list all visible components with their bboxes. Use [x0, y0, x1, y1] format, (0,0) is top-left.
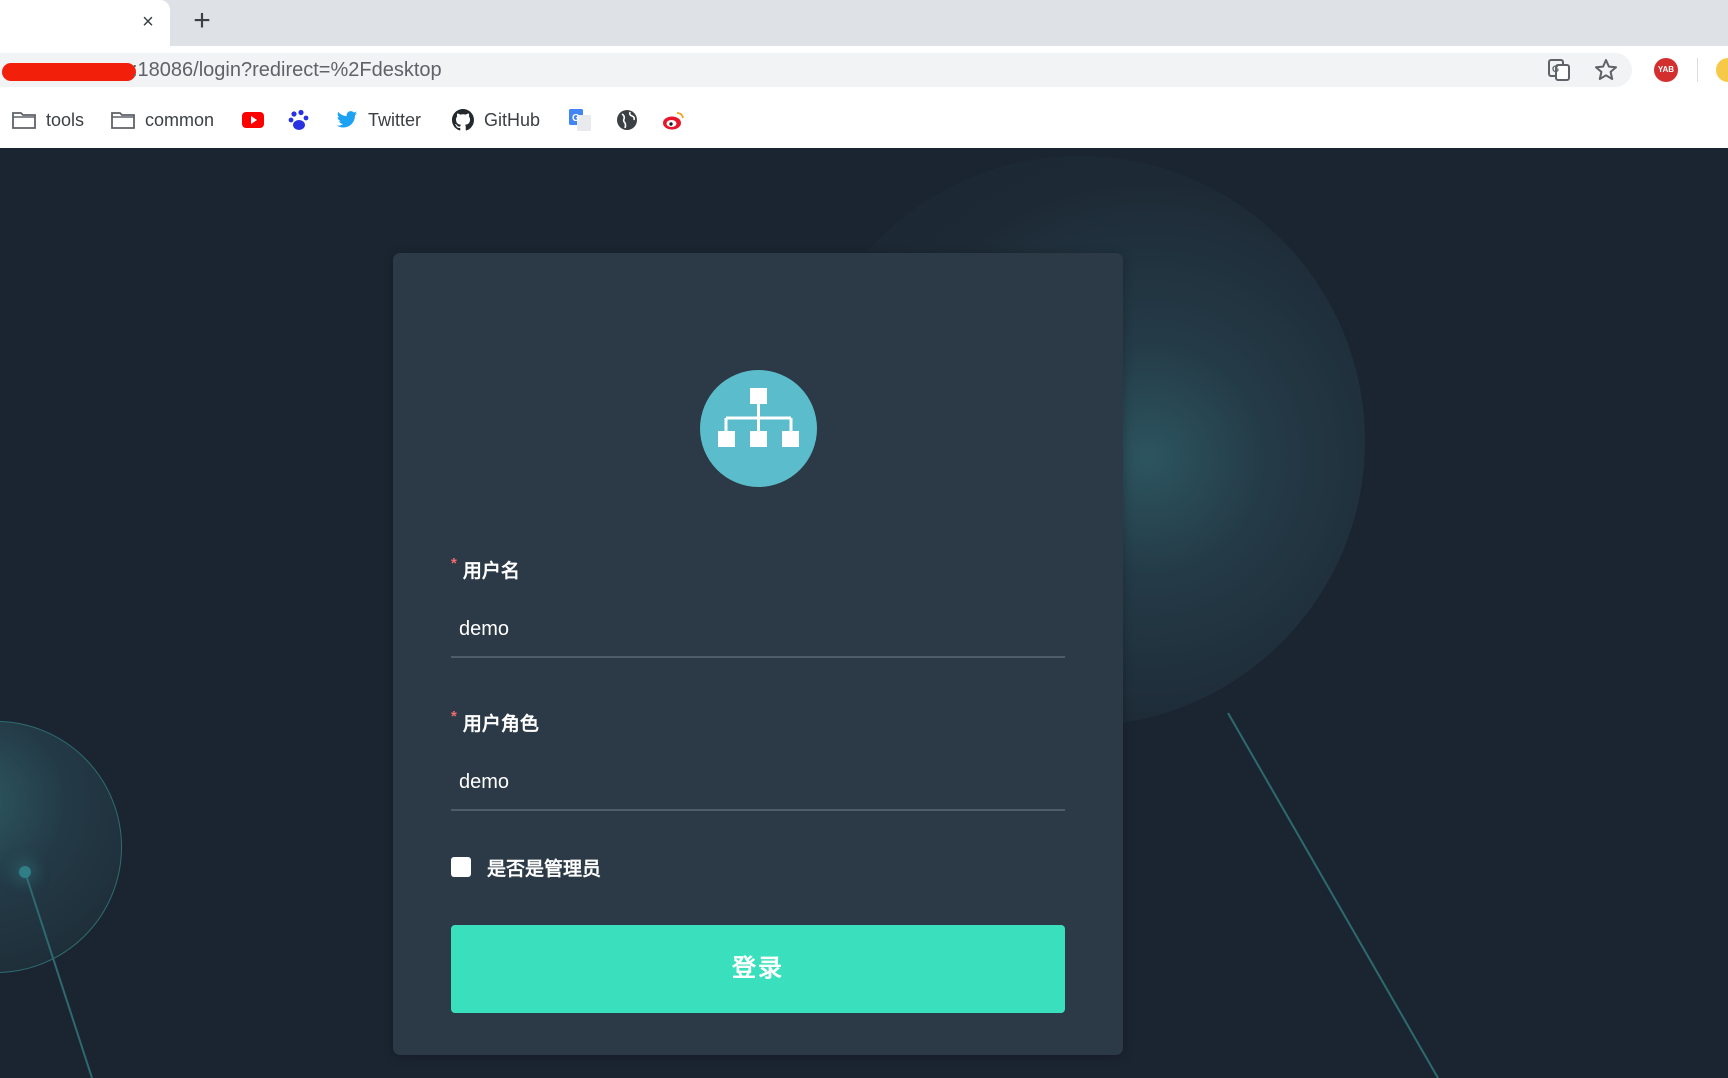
- admin-checkbox[interactable]: [451, 857, 471, 877]
- baidu-icon: [288, 109, 309, 130]
- bookmark-twitter[interactable]: Twitter: [336, 105, 421, 135]
- background-dot: [19, 866, 31, 878]
- bookmark-label: GitHub: [484, 109, 541, 130]
- bookmark-globe[interactable]: [616, 105, 638, 135]
- bookmark-github[interactable]: GitHub: [452, 105, 540, 135]
- address-url[interactable]: :18086/login?redirect=%2Fdesktop: [132, 59, 442, 82]
- role-label-text: 用户角色: [462, 714, 539, 735]
- new-tab-button[interactable]: +: [188, 6, 216, 36]
- twitter-icon: [336, 111, 358, 128]
- youtube-icon: [242, 112, 264, 128]
- sitemap-icon: [718, 388, 799, 447]
- svg-text:G: G: [572, 113, 580, 124]
- bookmark-label: tools: [46, 109, 85, 130]
- google-translate-icon: G: [569, 109, 591, 131]
- star-icon[interactable]: [1592, 56, 1620, 84]
- login-card: * 用户名 * 用户角色 是否是管理员 登录: [393, 253, 1123, 1055]
- emoji-extension-icon[interactable]: [1716, 58, 1728, 82]
- username-label: * 用户名: [451, 555, 520, 583]
- required-mark: *: [451, 708, 457, 725]
- folder-icon: [111, 112, 135, 129]
- role-label: * 用户角色: [451, 708, 539, 736]
- bookmark-baidu[interactable]: [288, 105, 310, 135]
- username-label-text: 用户名: [462, 561, 520, 582]
- bookmark-youtube[interactable]: [242, 105, 264, 135]
- active-tab[interactable]: ×: [0, 0, 170, 46]
- tab-strip: × +: [0, 0, 1728, 46]
- username-input[interactable]: [451, 602, 1065, 658]
- yab-extension-icon[interactable]: YAB: [1654, 58, 1678, 82]
- bookmark-label: Twitter: [368, 109, 422, 130]
- translate-icon[interactable]: G: [1545, 56, 1573, 84]
- bookmarks-bar: tools common Twitter GitHub G: [0, 94, 1728, 149]
- svg-text:G: G: [1552, 64, 1559, 74]
- bookmark-google-translate[interactable]: G: [569, 105, 591, 135]
- bookmark-common[interactable]: common: [111, 105, 214, 135]
- required-mark: *: [451, 555, 457, 572]
- bookmark-weibo[interactable]: [662, 105, 686, 135]
- login-button[interactable]: 登录: [451, 925, 1065, 1013]
- redacted-host: [2, 63, 136, 81]
- login-page: * 用户名 * 用户角色 是否是管理员 登录: [0, 148, 1728, 1078]
- admin-checkbox-label[interactable]: 是否是管理员: [487, 854, 601, 881]
- bookmark-tools[interactable]: tools: [12, 105, 84, 135]
- role-input[interactable]: [451, 755, 1065, 811]
- close-tab-icon[interactable]: ×: [136, 10, 160, 34]
- folder-icon: [12, 112, 36, 129]
- globe-icon: [617, 110, 637, 130]
- weibo-icon: [663, 112, 684, 130]
- toolbar-divider: [1697, 58, 1698, 82]
- address-bar[interactable]: :18086/login?redirect=%2Fdesktop G: [0, 53, 1632, 87]
- logo: [700, 370, 817, 487]
- bookmark-label: common: [145, 109, 215, 130]
- github-icon: [452, 109, 474, 131]
- browser-toolbar: :18086/login?redirect=%2Fdesktop G YAB: [0, 46, 1728, 94]
